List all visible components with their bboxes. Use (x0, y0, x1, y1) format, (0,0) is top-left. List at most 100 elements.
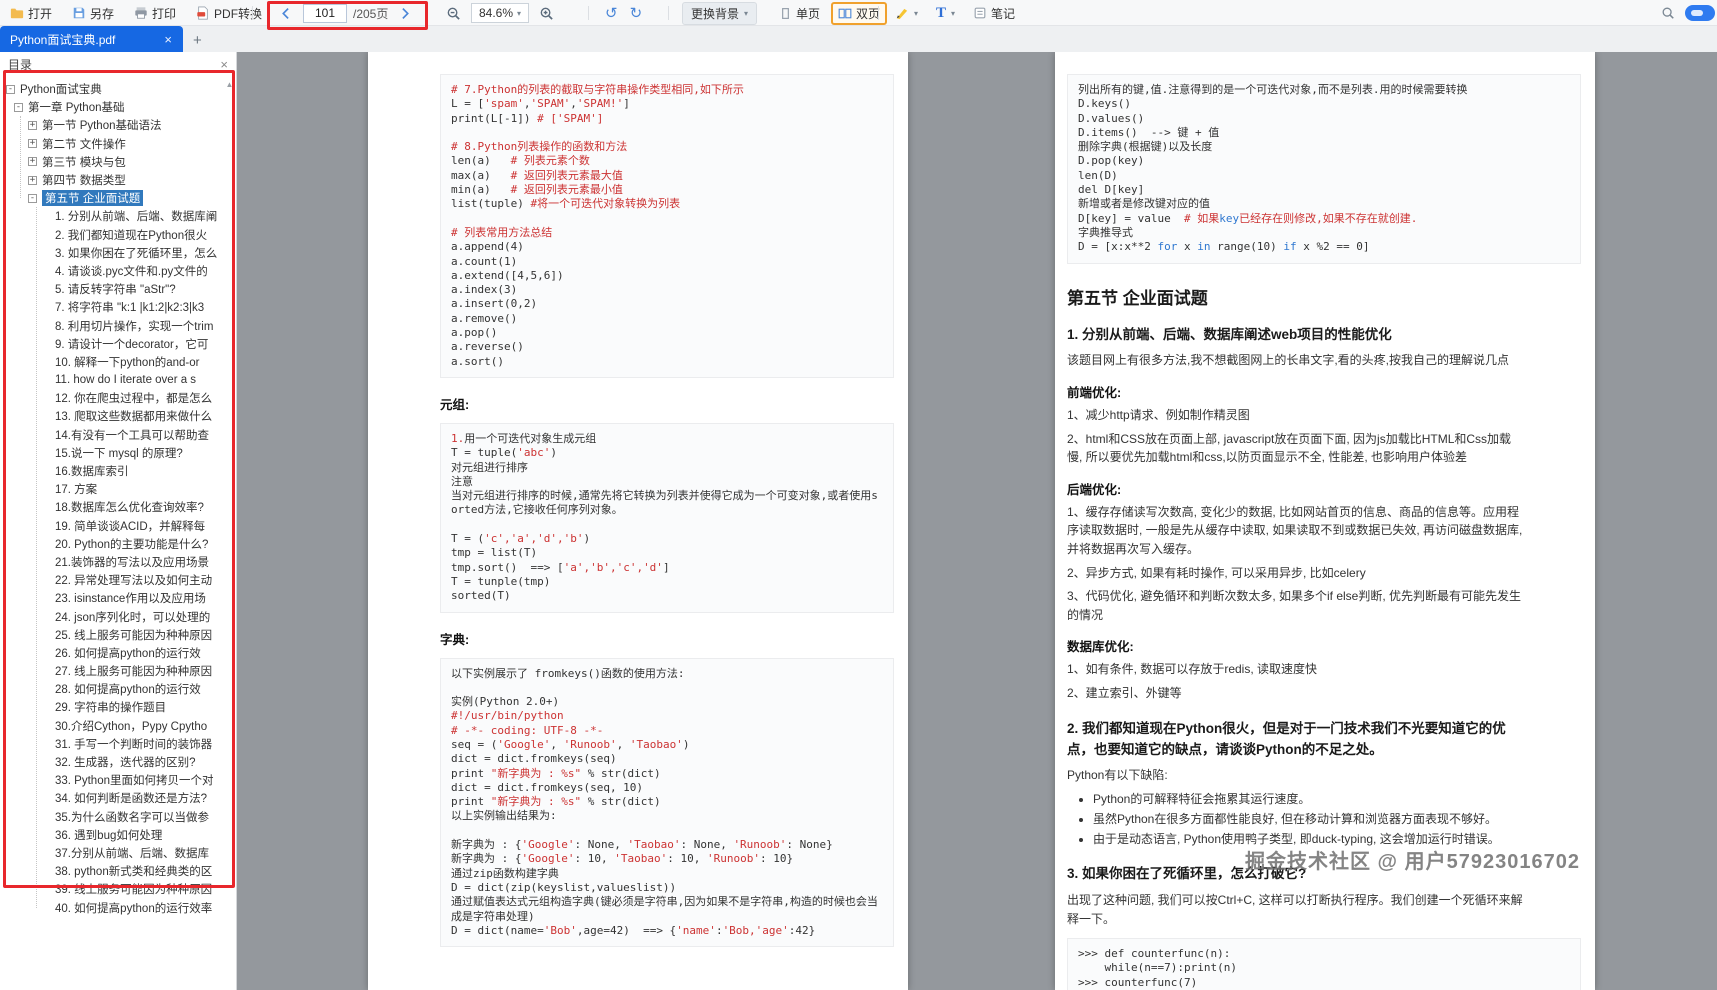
open-button[interactable]: 打开 (6, 3, 56, 24)
new-tab-button[interactable]: + (183, 32, 212, 52)
toc-item[interactable]: 11. how do I iterate over a s (0, 371, 223, 389)
page-number-input[interactable] (303, 4, 347, 23)
expand-icon[interactable]: + (28, 121, 37, 130)
toc-item[interactable]: 36. 遇到bug如何处理 (0, 826, 223, 844)
code-line: 新字典为 : {'Google': 10, 'Taobao': 10, 'Run… (451, 852, 883, 866)
toc-item[interactable]: 35.为什么函数名字可以当做参 (0, 808, 223, 826)
toc-item[interactable]: 26. 如何提高python的运行效 (0, 644, 223, 662)
pdf-convert-button[interactable]: PDF转换 (192, 3, 266, 24)
toc-root-item[interactable]: - Python面试宝典 (0, 80, 223, 98)
code-line: 通过zip函数构建字典 (451, 867, 883, 881)
toc-item[interactable]: 5. 请反转字符串 "aStr"? (0, 280, 223, 298)
save-as-button[interactable]: 另存 (68, 3, 118, 24)
dict-heading: 字典: (440, 629, 894, 648)
code-segment: : None} (786, 838, 832, 851)
code-segment: ) (550, 446, 557, 459)
code-segment: 'c','a','d','b' (484, 532, 583, 545)
expand-icon[interactable]: + (28, 157, 37, 166)
toc-item[interactable]: 15.说一下 mysql 的原理? (0, 444, 223, 462)
toc-section-item[interactable]: +第二节 文件操作 (0, 135, 223, 153)
undo-button[interactable]: ↺ (602, 6, 621, 21)
next-page-button[interactable] (394, 5, 415, 22)
toc-item[interactable]: 14.有没有一个工具可以帮助查 (0, 426, 223, 444)
toc-item[interactable]: 20. Python的主要功能是什么? (0, 535, 223, 553)
code-segment: 'Google' (497, 738, 550, 751)
toc-item[interactable]: 30.介绍Cython，Pypy Cpytho (0, 717, 223, 735)
code-segment: 通过赋值表达式元组构造字典(键必须是字符串,因为如果不是字符串,构造的时候也会当… (451, 895, 878, 922)
code-segment: a.remove() (451, 312, 517, 325)
zoom-out-icon (446, 6, 461, 21)
toc-item[interactable]: 12. 你在爬虫过程中，都是怎么 (0, 389, 223, 407)
toc-item[interactable]: 19. 简单谈谈ACID，并解释每 (0, 517, 223, 535)
code-block: >>> def counterfunc(n): while(n==7):prin… (1067, 938, 1581, 990)
toc-item[interactable]: 2. 我们都知道现在Python很火 (0, 226, 223, 244)
toc-item[interactable]: 13. 爬取这些数据都用来做什么 (0, 407, 223, 425)
highlighter-pen-icon (894, 6, 909, 21)
expand-icon[interactable]: + (28, 176, 37, 185)
text-tool-button[interactable]: T ▾ (932, 4, 959, 23)
toc-item[interactable]: 3. 如果你困在了死循环里，怎么 (0, 244, 223, 262)
zoom-level-dropdown[interactable]: 84.6% ▾ (471, 3, 529, 23)
toc-item[interactable]: 10. 解释一下python的and-or (0, 353, 223, 371)
toc-item[interactable]: 40. 如何提高python的运行效率 (0, 898, 223, 916)
corner-badge[interactable] (1685, 5, 1715, 21)
toc-item[interactable]: 29. 字符串的操作题目 (0, 698, 223, 716)
document-tab[interactable]: Python面试宝典.pdf × (0, 26, 183, 52)
code-segment: sorted(T) (451, 589, 511, 602)
toc-item[interactable]: 32. 生成器，迭代器的区别? (0, 753, 223, 771)
toc-section-item[interactable]: +第四节 数据类型 (0, 171, 223, 189)
tab-close-icon[interactable]: × (161, 32, 175, 47)
redo-button[interactable]: ↻ (627, 6, 646, 21)
notes-button[interactable]: 笔记 (969, 3, 1019, 24)
collapse-icon[interactable]: - (14, 103, 23, 112)
previous-page-button[interactable] (276, 5, 297, 22)
toc-item[interactable]: 9. 请设计一个decorator，它可 (0, 335, 223, 353)
toc-item[interactable]: 8. 利用切片操作，实现一个trim (0, 316, 223, 334)
toc-item[interactable]: 23. isinstance作用以及应用场 (0, 589, 223, 607)
collapse-icon[interactable]: - (28, 194, 37, 203)
document-canvas[interactable]: # 7.Python的列表的截取与字符串操作类型相同,如下所示L = ['spa… (237, 52, 1717, 990)
zoom-out-button[interactable] (442, 4, 465, 23)
toc-item[interactable]: 17. 方案 (0, 480, 223, 498)
sidebar-scrollbar[interactable]: ▲ (223, 78, 236, 990)
print-button[interactable]: 打印 (130, 3, 180, 24)
single-page-view-button[interactable]: 单页 (772, 2, 827, 25)
highlighter-tool-button[interactable]: ▾ (890, 4, 922, 23)
toc-panel-close-icon[interactable]: × (220, 57, 228, 72)
toc-item[interactable]: 38. python新式类和经典类的区 (0, 862, 223, 880)
code-segment: a.reverse() (451, 340, 524, 353)
pdf-page-left: # 7.Python的列表的截取与字符串操作类型相同,如下所示L = ['spa… (368, 52, 908, 990)
toc-item[interactable]: 28. 如何提高python的运行效 (0, 680, 223, 698)
toc-section-selected[interactable]: -第五节 企业面试题 (0, 189, 223, 207)
toc-item[interactable]: 33. Python里面如何拷贝一个对 (0, 771, 223, 789)
toc-section-item[interactable]: +第一节 Python基础语法 (0, 116, 223, 134)
toc-item[interactable]: 31. 手写一个判断时间的装饰器 (0, 735, 223, 753)
toc-item[interactable]: 18.数据库怎么优化查询效率? (0, 498, 223, 516)
code-segment: range(10) (1210, 240, 1283, 253)
toc-item[interactable]: 27. 线上服务可能因为种种原因 (0, 662, 223, 680)
toc-item[interactable]: 25. 线上服务可能因为种种原因 (0, 626, 223, 644)
toc-item[interactable]: 37.分别从前端、后端、数据库 (0, 844, 223, 862)
printer-icon (134, 6, 148, 20)
toc-item[interactable]: 21.装饰器的写法以及应用场景 (0, 553, 223, 571)
collapse-icon[interactable]: - (6, 85, 15, 94)
expand-icon[interactable]: + (28, 139, 37, 148)
bullet-item: 虽然Python在很多方面都性能良好, 但在移动计算和浏览器方面表现不够好。 (1093, 810, 1525, 828)
toc-item[interactable]: 4. 请谈谈.pyc文件和.py文件的 (0, 262, 223, 280)
zoom-in-button[interactable] (535, 4, 558, 23)
change-background-button[interactable]: 更换背景 ▾ (682, 2, 757, 25)
toc-item[interactable]: 24. json序列化时，可以处理的 (0, 607, 223, 625)
toc-item[interactable]: 7. 将字符串 "k:1 |k1:2|k2:3|k3 (0, 298, 223, 316)
toc-item[interactable]: 34. 如何判断是函数还是方法? (0, 789, 223, 807)
code-line: 实例(Python 2.0+) (451, 695, 883, 709)
code-segment: in (1197, 240, 1210, 253)
search-button[interactable] (1657, 4, 1679, 22)
toolbar-right-group (1657, 0, 1715, 26)
toc-item[interactable]: 16.数据库索引 (0, 462, 223, 480)
scroll-up-icon[interactable]: ▲ (223, 80, 236, 89)
toc-item[interactable]: 39. 线上服务可能因为种种原因 (0, 880, 223, 898)
toc-item[interactable]: 22. 异常处理写法以及如何主动 (0, 571, 223, 589)
toc-section-item[interactable]: +第三节 模块与包 (0, 153, 223, 171)
toc-chapter-item[interactable]: - 第一章 Python基础 (0, 98, 223, 116)
toc-item[interactable]: 1. 分别从前端、后端、数据库阐 (0, 207, 223, 225)
